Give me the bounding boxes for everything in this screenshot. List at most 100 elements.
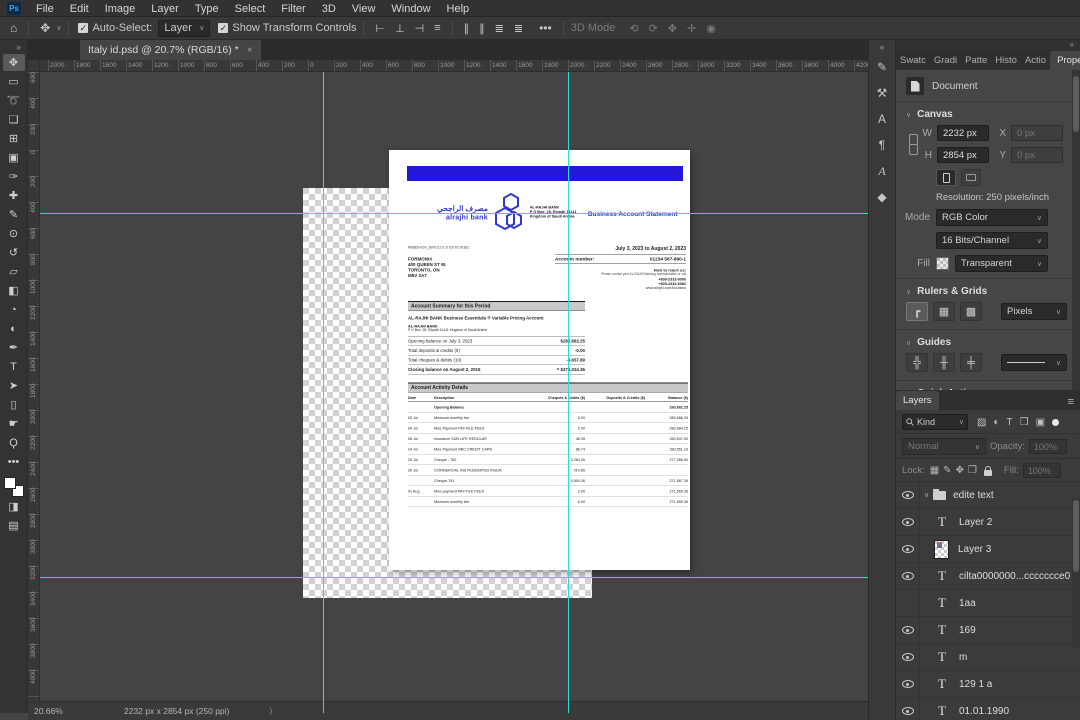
filter-shape-layers-icon[interactable]: ❒: [1018, 417, 1031, 428]
3d-pan-icon[interactable]: ✥: [664, 22, 681, 35]
ruler-origin-corner[interactable]: [28, 60, 40, 72]
layer-visibility-toggle[interactable]: [896, 536, 920, 562]
align-right-edges-icon[interactable]: ⊣: [411, 22, 429, 35]
auto-select-checkbox[interactable]: ✓: [78, 23, 89, 33]
hand-tool-icon[interactable]: ☛: [3, 415, 25, 432]
layer-row[interactable]: ∨ T 129 1 a: [896, 671, 1080, 698]
panel-tab[interactable]: Actio: [1021, 51, 1050, 70]
menu-item[interactable]: Window: [383, 3, 438, 15]
filter-adjustment-layers-icon[interactable]: ◐: [991, 417, 1001, 428]
distribute-vertical-icon[interactable]: ∥: [460, 22, 474, 35]
orientation-portrait-button[interactable]: [936, 169, 956, 186]
vertical-guide[interactable]: [323, 60, 324, 713]
healing-brush-tool-icon[interactable]: ✚: [3, 187, 25, 204]
lock-guides-icon[interactable]: ╫: [933, 353, 955, 372]
eyedropper-tool-icon[interactable]: ✑: [3, 168, 25, 185]
threed-panel-icon[interactable]: ◆: [870, 186, 894, 208]
expand-panels-icon[interactable]: »: [1070, 40, 1080, 50]
canvas-fill-select[interactable]: Transparent ∨: [955, 255, 1048, 272]
home-icon[interactable]: ⌂: [6, 21, 21, 35]
horizontal-guide[interactable]: [40, 577, 868, 578]
pen-tool-icon[interactable]: ✒: [3, 339, 25, 356]
align-left-edges-icon[interactable]: ⊢: [371, 22, 389, 35]
lock-artboard-icon[interactable]: ❒: [967, 465, 978, 476]
color-mode-select[interactable]: RGB Color ∨: [936, 209, 1048, 226]
clone-stamp-tool-icon[interactable]: ⊙: [3, 225, 25, 242]
menu-item[interactable]: Layer: [143, 3, 187, 15]
lock-all-icon[interactable]: [983, 465, 992, 476]
toggle-pixel-grid-icon[interactable]: ▩: [960, 302, 982, 321]
gradient-tool-icon[interactable]: ◧: [3, 282, 25, 299]
filter-toggle-icon[interactable]: [1052, 418, 1060, 426]
zoom-level-field[interactable]: 20.66%: [34, 706, 94, 716]
layer-row[interactable]: ∨ T 169: [896, 617, 1080, 644]
lock-pixels-icon[interactable]: ✎: [942, 465, 952, 476]
shape-tool-icon[interactable]: ▯: [3, 396, 25, 413]
character-panel-icon[interactable]: A: [870, 108, 894, 130]
chevron-down-icon[interactable]: ∨: [56, 24, 61, 32]
layer-visibility-toggle[interactable]: [896, 482, 920, 508]
menu-item[interactable]: Edit: [62, 3, 97, 15]
layer-row[interactable]: ∨ T 01.01.1990: [896, 698, 1080, 720]
3d-orbit-icon[interactable]: ⟲: [625, 22, 642, 35]
blend-mode-select[interactable]: Normal ∨: [902, 438, 986, 455]
foreground-color-swatch[interactable]: [3, 477, 16, 489]
menu-item[interactable]: 3D: [314, 3, 344, 15]
auto-select-target-select[interactable]: Layer ∨: [158, 19, 211, 37]
toggle-rulers-icon[interactable]: ┏: [906, 302, 928, 321]
3d-camera-icon[interactable]: ◉: [702, 22, 720, 35]
menu-item[interactable]: Select: [227, 3, 274, 15]
filter-smart-objects-icon[interactable]: ▣: [1034, 417, 1047, 428]
toggle-grid-icon[interactable]: ▦: [933, 302, 955, 321]
layer-visibility-toggle[interactable]: [896, 563, 920, 589]
menu-item[interactable]: File: [28, 3, 62, 15]
menu-item[interactable]: Type: [187, 3, 227, 15]
canvas-width-field[interactable]: 2232 px: [937, 125, 989, 141]
eraser-tool-icon[interactable]: ▱: [3, 263, 25, 280]
zoom-tool-icon[interactable]: Ϙ: [3, 434, 25, 451]
opacity-field[interactable]: 100%: [1028, 439, 1067, 454]
panel-tab[interactable]: Patte: [961, 51, 991, 70]
3d-slide-icon[interactable]: ✛: [683, 22, 700, 35]
layer-row[interactable]: ∨ T m: [896, 644, 1080, 671]
layer-visibility-toggle[interactable]: [896, 644, 920, 670]
collapse-panels-icon[interactable]: «: [879, 40, 884, 56]
document-tab[interactable]: Italy id.psd @ 20.7% (RGB/16) * ×: [80, 40, 261, 60]
layer-visibility-toggle[interactable]: [896, 671, 920, 697]
layer-visibility-toggle[interactable]: [896, 590, 920, 616]
edit-toolbar-icon[interactable]: •••: [3, 453, 25, 470]
chevron-down-icon[interactable]: ∨: [924, 491, 929, 499]
3d-roll-icon[interactable]: ⟳: [645, 22, 662, 35]
more-options-icon[interactable]: •••: [535, 21, 556, 35]
panel-menu-icon[interactable]: ≡: [1068, 396, 1080, 410]
brush-tool-icon[interactable]: ✎: [3, 206, 25, 223]
glyphs-panel-icon[interactable]: A: [870, 160, 894, 182]
frame-tool-icon[interactable]: ▣: [3, 149, 25, 166]
status-options-arrow[interactable]: ⟩: [269, 706, 272, 717]
brush-settings-panel-icon[interactable]: ✎: [870, 56, 894, 78]
quick-actions-section-header[interactable]: ∨ Quick Actions: [896, 381, 1080, 390]
canvas-y-field[interactable]: 0 px: [1011, 147, 1063, 163]
horizontal-guide[interactable]: [40, 213, 868, 214]
layer-row[interactable]: ∨ T Layer 3: [896, 536, 1080, 563]
filter-pixel-layers-icon[interactable]: ▨: [975, 417, 988, 428]
panel-tab[interactable]: Gradi: [930, 51, 961, 70]
ruler-units-select[interactable]: Pixels ∨: [1001, 303, 1067, 320]
lock-transparency-icon[interactable]: ▦: [929, 465, 940, 476]
layer-row[interactable]: ∨ T 1aa: [896, 590, 1080, 617]
distribute-space-vertical-icon[interactable]: ≣: [491, 22, 508, 35]
align-horizontal-centers-icon[interactable]: ⊥: [391, 22, 409, 35]
tool-presets-panel-icon[interactable]: ⚒: [870, 82, 894, 104]
properties-scrollbar[interactable]: [1072, 70, 1080, 390]
object-selection-tool-icon[interactable]: ❏: [3, 111, 25, 128]
layer-visibility-toggle[interactable]: [896, 509, 920, 535]
path-selection-tool-icon[interactable]: ➤: [3, 377, 25, 394]
history-brush-tool-icon[interactable]: ↺: [3, 244, 25, 261]
menu-item[interactable]: Help: [439, 3, 478, 15]
guides-section-header[interactable]: ∨ Guides: [896, 330, 1080, 353]
quick-mask-icon[interactable]: ◨: [3, 498, 25, 515]
rulers-grids-section-header[interactable]: ∨ Rulers & Grids: [896, 279, 1080, 302]
fill-field[interactable]: 100%: [1022, 463, 1061, 478]
menu-item[interactable]: View: [344, 3, 384, 15]
screen-mode-icon[interactable]: ▤: [3, 517, 25, 534]
